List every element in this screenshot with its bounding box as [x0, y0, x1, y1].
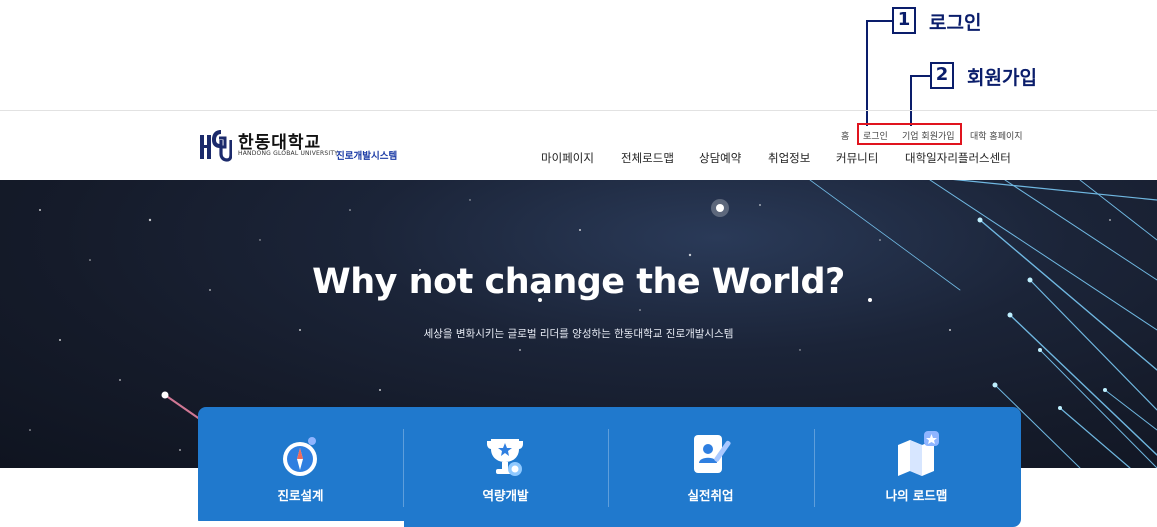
active-tab-indicator	[198, 521, 404, 527]
hgu-logo-icon[interactable]	[199, 126, 232, 162]
nav-mypage[interactable]: 마이페이지	[541, 150, 594, 166]
callout-2-line-v	[910, 75, 912, 126]
quick-menu: 진로설계 역량개발 실전취업 나의 로드맵	[198, 407, 1021, 527]
trophy-icon	[487, 439, 523, 476]
quick-item-career-design[interactable]: 진로설계	[198, 407, 403, 527]
logo-system-name[interactable]: 진로개발시스템	[336, 148, 397, 162]
callout-1-label: 로그인	[929, 12, 982, 34]
resume-icon	[694, 435, 731, 473]
nav-job-info[interactable]: 취업정보	[768, 150, 810, 166]
quick-label: 역량개발	[482, 488, 529, 503]
util-university-home-link[interactable]: 대학 홈페이지	[970, 129, 1023, 142]
compass-icon	[283, 437, 317, 476]
quick-item-employment[interactable]: 실전취업	[608, 407, 813, 527]
login-signup-highlight	[857, 123, 962, 145]
nav-job-plus-center[interactable]: 대학일자리플러스센터	[905, 150, 1011, 166]
callout-2-line-h	[910, 75, 930, 77]
quick-label: 진로설계	[277, 488, 324, 503]
nav-community[interactable]: 커뮤니티	[836, 150, 878, 166]
hero-title: Why not change the World?	[312, 262, 845, 302]
top-divider	[0, 110, 1157, 111]
quick-label: 실전취업	[687, 488, 734, 503]
nav-counsel-reservation[interactable]: 상담예약	[699, 150, 741, 166]
page: 1 로그인 2 회원가입 한동대학교 HANDONG GLOBAL UNIVER…	[0, 0, 1157, 527]
callout-2-label: 회원가입	[967, 67, 1037, 89]
nav-full-roadmap[interactable]: 전체로드맵	[621, 150, 674, 166]
callout-2-number: 2	[930, 62, 954, 89]
callout-1-line-h	[866, 20, 892, 22]
callout-1-number: 1	[892, 7, 916, 34]
util-home-link[interactable]: 홈	[841, 129, 849, 142]
quick-label: 나의 로드맵	[885, 488, 948, 503]
quick-item-competency[interactable]: 역량개발	[403, 407, 608, 527]
logo-english-name: HANDONG GLOBAL UNIVERSITY	[238, 150, 339, 157]
hero-subtitle: 세상을 변화시키는 글로벌 리더를 양성하는 한동대학교 진로개발시스템	[423, 328, 734, 340]
map-icon	[898, 431, 939, 476]
quick-item-my-roadmap[interactable]: 나의 로드맵	[814, 407, 1019, 527]
